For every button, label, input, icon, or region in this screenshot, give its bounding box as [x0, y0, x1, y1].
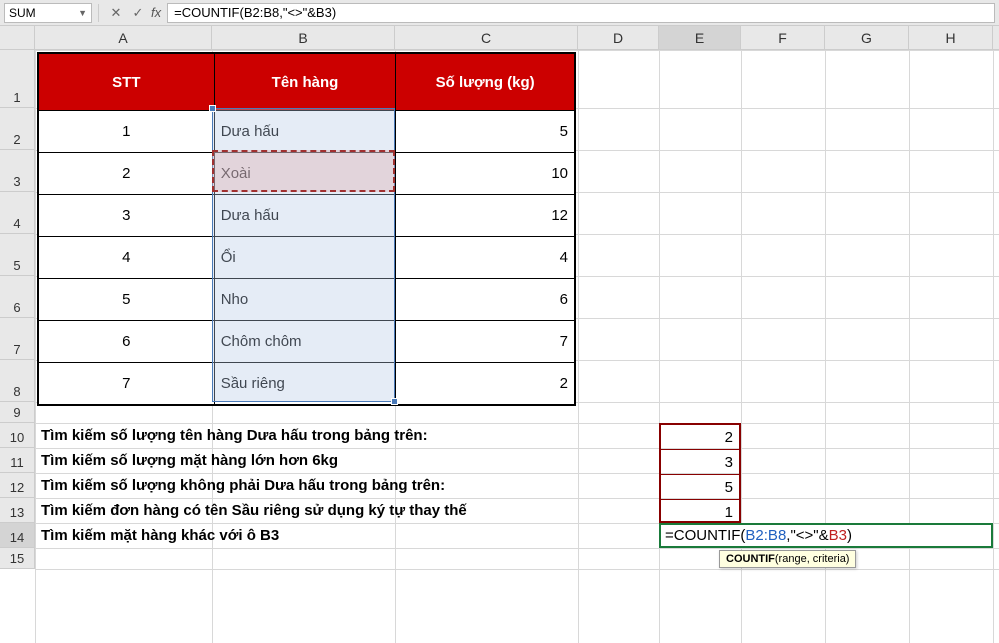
- table-cell: 7: [396, 321, 574, 362]
- table-cell: Xoài: [215, 153, 397, 194]
- table-cell: Sầu riêng: [215, 363, 397, 404]
- result-cell[interactable]: 1: [661, 500, 739, 525]
- formula-token: ): [847, 527, 852, 544]
- results-box: 2351: [659, 423, 741, 523]
- col-header-G[interactable]: G: [825, 26, 909, 49]
- table-header-cell: Số lượng (kg): [396, 54, 574, 110]
- table-cell: 2: [39, 153, 215, 194]
- table-cell: 6: [39, 321, 215, 362]
- table-cell: Chôm chôm: [215, 321, 397, 362]
- table-cell: 4: [39, 237, 215, 278]
- select-all-corner[interactable]: [0, 26, 35, 50]
- row-header-13[interactable]: 13: [0, 498, 34, 523]
- table-cell: 5: [39, 279, 215, 320]
- data-table: STTTên hàngSố lượng (kg) 1Dưa hấu52Xoài1…: [37, 52, 576, 406]
- question-text: Tìm kiếm đơn hàng có tên Sầu riêng sử dụ…: [35, 498, 467, 523]
- result-cell[interactable]: 5: [661, 475, 739, 500]
- name-box[interactable]: SUM ▼: [4, 3, 92, 23]
- row-header-1[interactable]: 1: [0, 50, 34, 108]
- row-header-12[interactable]: 12: [0, 473, 34, 498]
- result-cell[interactable]: 3: [661, 450, 739, 475]
- row-header-11[interactable]: 11: [0, 448, 34, 473]
- col-header-B[interactable]: B: [212, 26, 395, 49]
- confirm-icon[interactable]: ✓: [127, 3, 149, 23]
- question-text: Tìm kiếm số lượng không phải Dưa hấu tro…: [35, 473, 445, 498]
- formula-text: =COUNTIF(B2:B8,"<>"&B3): [174, 5, 336, 20]
- formula-token: =COUNTIF(: [665, 527, 745, 544]
- table-row: 2Xoài10: [39, 152, 574, 194]
- formula-input[interactable]: =COUNTIF(B2:B8,"<>"&B3): [167, 3, 995, 23]
- formula-bar: SUM ▼ ✕ ✓ fx =COUNTIF(B2:B8,"<>"&B3): [0, 0, 999, 26]
- row-header-7[interactable]: 7: [0, 318, 34, 360]
- divider: [98, 4, 99, 22]
- table-row: 1Dưa hấu5: [39, 110, 574, 152]
- table-cell: Nho: [215, 279, 397, 320]
- table-cell: Ổi: [215, 237, 397, 278]
- table-row: 4Ổi4: [39, 236, 574, 278]
- active-cell[interactable]: =COUNTIF(B2:B8,"<>"&B3): [659, 523, 993, 548]
- row-header-14[interactable]: 14: [0, 523, 34, 548]
- row-header-2[interactable]: 2: [0, 108, 34, 150]
- table-row: 5Nho6: [39, 278, 574, 320]
- question-text: Tìm kiếm số lượng tên hàng Dưa hấu trong…: [35, 423, 428, 448]
- column-headers: ABCDEFGH: [35, 26, 999, 50]
- table-cell: Dưa hấu: [215, 195, 397, 236]
- grid[interactable]: STTTên hàngSố lượng (kg) 1Dưa hấu52Xoài1…: [35, 50, 999, 643]
- table-row: 7Sầu riêng2: [39, 362, 574, 404]
- question-text: Tìm kiếm số lượng mặt hàng lớn hơn 6kg: [35, 448, 338, 473]
- table-cell: 4: [396, 237, 574, 278]
- name-box-value: SUM: [9, 6, 36, 20]
- row-header-8[interactable]: 8: [0, 360, 34, 402]
- table-cell: 5: [396, 111, 574, 152]
- table-row: 3Dưa hấu12: [39, 194, 574, 236]
- row-header-5[interactable]: 5: [0, 234, 34, 276]
- row-header-15[interactable]: 15: [0, 548, 34, 569]
- table-cell: 1: [39, 111, 215, 152]
- col-header-A[interactable]: A: [35, 26, 212, 49]
- row-header-4[interactable]: 4: [0, 192, 34, 234]
- table-cell: 2: [396, 363, 574, 404]
- fx-icon[interactable]: fx: [151, 5, 161, 20]
- table-cell: 10: [396, 153, 574, 194]
- col-header-F[interactable]: F: [741, 26, 825, 49]
- chevron-down-icon[interactable]: ▼: [78, 8, 87, 18]
- table-cell: 12: [396, 195, 574, 236]
- sheet-area: ABCDEFGH 123456789101112131415 STTTên hà…: [0, 26, 999, 643]
- col-header-D[interactable]: D: [578, 26, 659, 49]
- table-header-cell: Tên hàng: [215, 54, 397, 110]
- table-cell: 6: [396, 279, 574, 320]
- table-header-row: STTTên hàngSố lượng (kg): [39, 54, 574, 110]
- col-header-E[interactable]: E: [659, 26, 741, 49]
- cancel-icon[interactable]: ✕: [105, 3, 127, 23]
- formula-token: ,"<>"&: [786, 527, 828, 544]
- function-tooltip: COUNTIF(range, criteria): [719, 550, 856, 568]
- col-header-C[interactable]: C: [395, 26, 578, 49]
- question-text: Tìm kiếm mặt hàng khác với ô B3: [35, 523, 279, 548]
- tooltip-fn: COUNTIF: [726, 553, 775, 565]
- result-cell[interactable]: 2: [661, 425, 739, 450]
- col-header-H[interactable]: H: [909, 26, 993, 49]
- row-header-6[interactable]: 6: [0, 276, 34, 318]
- table-header-cell: STT: [39, 54, 215, 110]
- row-header-3[interactable]: 3: [0, 150, 34, 192]
- table-cell: Dưa hấu: [215, 111, 397, 152]
- table-cell: 3: [39, 195, 215, 236]
- formula-token-ref: B3: [829, 527, 847, 544]
- tooltip-args: (range, criteria): [775, 553, 850, 565]
- row-header-9[interactable]: 9: [0, 402, 34, 423]
- table-cell: 7: [39, 363, 215, 404]
- table-row: 6Chôm chôm7: [39, 320, 574, 362]
- row-headers: 123456789101112131415: [0, 50, 35, 569]
- formula-token-range: B2:B8: [745, 527, 786, 544]
- row-header-10[interactable]: 10: [0, 423, 34, 448]
